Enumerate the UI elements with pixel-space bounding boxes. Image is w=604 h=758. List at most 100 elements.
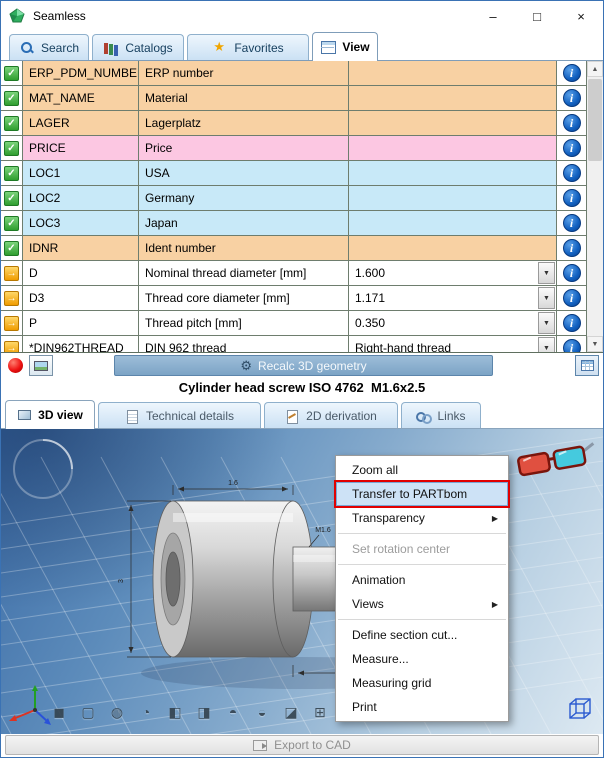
info-icon[interactable]: i: [563, 64, 581, 82]
close-button[interactable]: ×: [559, 1, 603, 31]
dropdown-arrow-icon[interactable]: ▼: [538, 337, 555, 353]
attribute-value-field[interactable]: ▼: [349, 161, 557, 185]
datasheet-table-button[interactable]: [575, 355, 599, 376]
main-tab[interactable]: Favorites: [187, 34, 309, 60]
scrollbar-thumb[interactable]: [588, 79, 602, 161]
attribute-value-field[interactable]: ▼: [349, 86, 557, 110]
attribute-value-field[interactable]: 0.350 ▼: [349, 311, 557, 335]
status-icon: ✓: [4, 66, 19, 81]
view-tab[interactable]: Links: [401, 402, 481, 428]
attribute-name: LAGER: [23, 111, 139, 135]
front-view-icon[interactable]: ◧: [165, 702, 185, 722]
attribute-description: USA: [139, 161, 349, 185]
attribute-value-field[interactable]: 1.600 ▼: [349, 261, 557, 285]
minimize-button[interactable]: –: [471, 1, 515, 31]
context-menu-item[interactable]: Transparency ▶: [336, 506, 508, 530]
bottom-view-icon[interactable]: ◒: [252, 702, 272, 722]
dropdown-arrow-icon[interactable]: ▼: [538, 262, 555, 284]
export-to-cad-button[interactable]: Export to CAD: [5, 735, 599, 755]
context-menu-item[interactable]: Define section cut... ▶: [336, 623, 508, 647]
info-icon[interactable]: i: [563, 139, 581, 157]
rotate-view-icon[interactable]: ◔: [136, 702, 156, 722]
context-menu: Zoom all ▶ Transfer to PARTbom ▶ Transpa…: [335, 455, 509, 722]
context-menu-item[interactable]: Print ▶: [336, 695, 508, 719]
wireframe-view-icon[interactable]: ▢: [78, 702, 98, 722]
context-menu-item[interactable]: Measure... ▶: [336, 647, 508, 671]
cylinder-view-icon[interactable]: ◍: [107, 702, 127, 722]
row-status-cell[interactable]: →: [1, 311, 23, 335]
info-icon[interactable]: i: [563, 189, 581, 207]
context-menu-item[interactable]: Transfer to PARTbom ▶: [336, 482, 508, 506]
info-icon[interactable]: i: [563, 114, 581, 132]
view-tab[interactable]: 2D derivation: [264, 402, 398, 428]
row-status-cell[interactable]: ✓: [1, 61, 23, 85]
info-icon[interactable]: i: [563, 339, 581, 353]
export-icon: [253, 740, 267, 751]
row-status-cell[interactable]: →: [1, 286, 23, 310]
info-icon[interactable]: i: [563, 164, 581, 182]
menu-item-label: Transparency: [352, 511, 425, 525]
viewport-3d[interactable]: 3 1.6 2.5 M1.6: [1, 429, 603, 734]
main-tab[interactable]: View: [312, 32, 378, 61]
attribute-value-field[interactable]: ▼: [349, 236, 557, 260]
row-status-cell[interactable]: ✓: [1, 111, 23, 135]
zoom-fit-icon[interactable]: ⊞: [310, 702, 330, 722]
info-icon[interactable]: i: [563, 264, 581, 282]
row-status-cell[interactable]: ✓: [1, 86, 23, 110]
row-status-cell[interactable]: ✓: [1, 236, 23, 260]
info-icon[interactable]: i: [563, 239, 581, 257]
dropdown-arrow-icon[interactable]: ▼: [538, 312, 555, 334]
view-tab[interactable]: 3D view: [5, 400, 95, 429]
row-status-cell[interactable]: →: [1, 336, 23, 353]
row-status-cell[interactable]: ✓: [1, 136, 23, 160]
view-tab[interactable]: Technical details: [98, 402, 261, 428]
attribute-value-field[interactable]: ▼: [349, 111, 557, 135]
tab-label: Catalogs: [125, 41, 172, 55]
attribute-value-field[interactable]: ▼: [349, 61, 557, 85]
status-icon: ✓: [4, 166, 19, 181]
submenu-arrow-icon: ▶: [492, 600, 498, 609]
scroll-down-icon[interactable]: ▼: [587, 336, 603, 352]
main-tab[interactable]: Search: [9, 34, 89, 60]
scroll-up-icon[interactable]: ▲: [587, 61, 603, 77]
main-tab[interactable]: Catalogs: [92, 34, 184, 60]
info-icon[interactable]: i: [563, 89, 581, 107]
top-view-icon[interactable]: ◓: [223, 702, 243, 722]
iso-view-icon[interactable]: ◪: [281, 702, 301, 722]
info-cell: i: [557, 86, 586, 110]
attribute-value-field[interactable]: Right-hand thread ▼: [349, 336, 557, 353]
menu-item-label: Transfer to PARTbom: [352, 487, 467, 501]
menu-item-label: Set rotation center: [352, 542, 450, 556]
solid-view-icon[interactable]: ◼: [49, 702, 69, 722]
context-menu-item[interactable]: Animation ▶: [336, 568, 508, 592]
view-tab-icon: [416, 410, 431, 422]
info-icon[interactable]: i: [563, 289, 581, 307]
row-status-cell[interactable]: ✓: [1, 211, 23, 235]
status-icon: ✓: [4, 141, 19, 156]
context-menu-item[interactable]: Views ▶: [336, 592, 508, 616]
back-view-icon[interactable]: ◨: [194, 702, 214, 722]
info-icon[interactable]: i: [563, 314, 581, 332]
dropdown-arrow-icon[interactable]: ▼: [538, 287, 555, 309]
attribute-value-field[interactable]: ▼: [349, 186, 557, 210]
info-icon[interactable]: i: [563, 214, 581, 232]
rotation-compass-icon[interactable]: [14, 440, 72, 498]
maximize-button[interactable]: □: [515, 1, 559, 31]
context-menu-item: ▶: [338, 533, 506, 534]
table-scrollbar[interactable]: ▲ ▼: [586, 61, 603, 352]
context-menu-item[interactable]: Set rotation center ▶: [336, 537, 508, 561]
wireframe-cube-icon[interactable]: [567, 696, 593, 722]
preview-window-button[interactable]: [29, 355, 53, 376]
row-status-cell[interactable]: →: [1, 261, 23, 285]
context-menu-item[interactable]: Measuring grid ▶: [336, 671, 508, 695]
attribute-value-field[interactable]: ▼: [349, 136, 557, 160]
row-status-cell[interactable]: ✓: [1, 161, 23, 185]
record-indicator-icon[interactable]: [8, 358, 23, 373]
context-menu-item[interactable]: Zoom all ▶: [336, 458, 508, 482]
table-row: ✓ ERP_PDM_NUMBER ERP number ▼ i: [1, 61, 586, 86]
attribute-value-field[interactable]: 1.171 ▼: [349, 286, 557, 310]
attribute-value-field[interactable]: ▼: [349, 211, 557, 235]
recalc-3d-geometry-button[interactable]: ⚙ Recalc 3D geometry: [114, 355, 493, 376]
status-icon: →: [4, 316, 19, 331]
row-status-cell[interactable]: ✓: [1, 186, 23, 210]
